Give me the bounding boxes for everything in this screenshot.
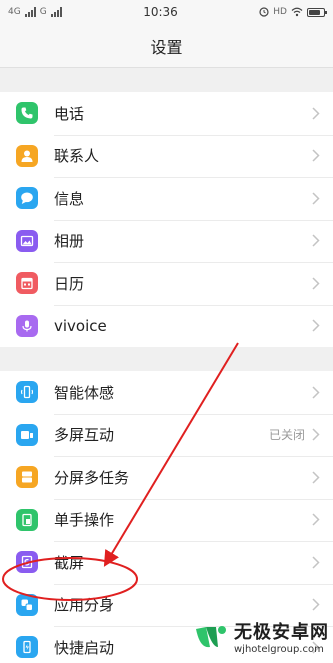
- status-left: 4G G: [8, 7, 62, 17]
- chevron-right-icon: [311, 106, 321, 120]
- chevron-right-icon: [311, 428, 321, 442]
- settings-item-label: vivoice: [54, 316, 107, 335]
- app-clone-icon: [16, 593, 38, 616]
- status-right: HD: [259, 7, 327, 17]
- one-hand-icon: [16, 508, 38, 531]
- status-text: 已关闭: [268, 428, 305, 443]
- smart-motion-icon: [16, 381, 38, 404]
- settings-item-smart-motion[interactable]: 智能体感: [0, 371, 333, 414]
- settings-item-album[interactable]: 相册: [0, 219, 333, 262]
- chevron-right-icon: [311, 513, 321, 527]
- settings-group-apps: 电话 联系人 信息 相册 日历 vivoice: [0, 92, 333, 347]
- contact-icon: [16, 144, 38, 167]
- quick-launch-icon: [16, 636, 38, 659]
- chevron-right-icon: [311, 470, 321, 484]
- chevron-right-icon: [311, 191, 321, 205]
- section-gap: [0, 68, 333, 92]
- settings-item-multi-screen[interactable]: 多屏互动 已关闭: [0, 413, 333, 456]
- screenshot-icon: [16, 551, 38, 574]
- page-title: 设置: [150, 37, 183, 57]
- settings-item-label: 联系人: [54, 147, 100, 166]
- status-bar: 4G G 10:36 HD: [0, 0, 333, 24]
- settings-item-one-hand[interactable]: 单手操作: [0, 498, 333, 541]
- settings-item-label: 电话: [54, 104, 85, 123]
- settings-item-label: 截屏: [54, 553, 85, 572]
- chevron-right-icon: [311, 555, 321, 569]
- network-type-1: 4G: [8, 7, 21, 17]
- message-icon: [16, 187, 38, 210]
- settings-item-vivoice[interactable]: vivoice: [0, 304, 333, 347]
- settings-item-label: 日历: [54, 274, 85, 293]
- split-screen-icon: [16, 466, 38, 489]
- section-gap: [0, 347, 333, 371]
- chevron-right-icon: [311, 319, 321, 333]
- settings-item-label: 相册: [54, 232, 85, 251]
- multi-screen-icon: [16, 423, 38, 446]
- settings-item-label: 信息: [54, 189, 85, 208]
- watermark-text: 无极安卓网 wjhotelgroup.com: [234, 618, 329, 655]
- hd-label: HD: [273, 7, 287, 17]
- signal-icon: [24, 7, 36, 17]
- chevron-right-icon: [311, 149, 321, 163]
- wifi-icon: [291, 7, 303, 17]
- settings-item-label: 应用分身: [54, 596, 115, 615]
- clock: 10:36: [143, 5, 178, 19]
- settings-item-calendar[interactable]: 日历: [0, 262, 333, 305]
- phone-icon: [16, 102, 38, 125]
- settings-item-label: 多屏互动: [54, 426, 115, 445]
- settings-item-label: 智能体感: [54, 383, 115, 402]
- watermark-title: 无极安卓网: [234, 622, 329, 643]
- chevron-right-icon: [311, 234, 321, 248]
- page-header: 设置: [0, 24, 333, 68]
- watermark: 无极安卓网 wjhotelgroup.com: [192, 618, 329, 655]
- voice-icon: [16, 314, 38, 337]
- watermark-url: wjhotelgroup.com: [234, 644, 324, 655]
- watermark-logo-icon: [196, 625, 226, 647]
- album-icon: [16, 229, 38, 252]
- alarm-icon: [259, 7, 269, 17]
- settings-item-contacts[interactable]: 联系人: [0, 134, 333, 177]
- settings-item-label: 分屏多任务: [54, 468, 130, 487]
- chevron-right-icon: [311, 598, 321, 612]
- settings-item-split-screen[interactable]: 分屏多任务: [0, 456, 333, 499]
- chevron-right-icon: [311, 385, 321, 399]
- settings-item-messages[interactable]: 信息: [0, 177, 333, 220]
- network-type-2: G: [39, 7, 47, 17]
- signal-icon-2: [50, 7, 62, 17]
- battery-icon: [306, 7, 327, 17]
- settings-item-screenshot[interactable]: 截屏: [0, 541, 333, 584]
- settings-item-label: 单手操作: [54, 511, 115, 530]
- calendar-icon: [16, 272, 38, 295]
- settings-item-phone[interactable]: 电话: [0, 92, 333, 135]
- chevron-right-icon: [311, 276, 321, 290]
